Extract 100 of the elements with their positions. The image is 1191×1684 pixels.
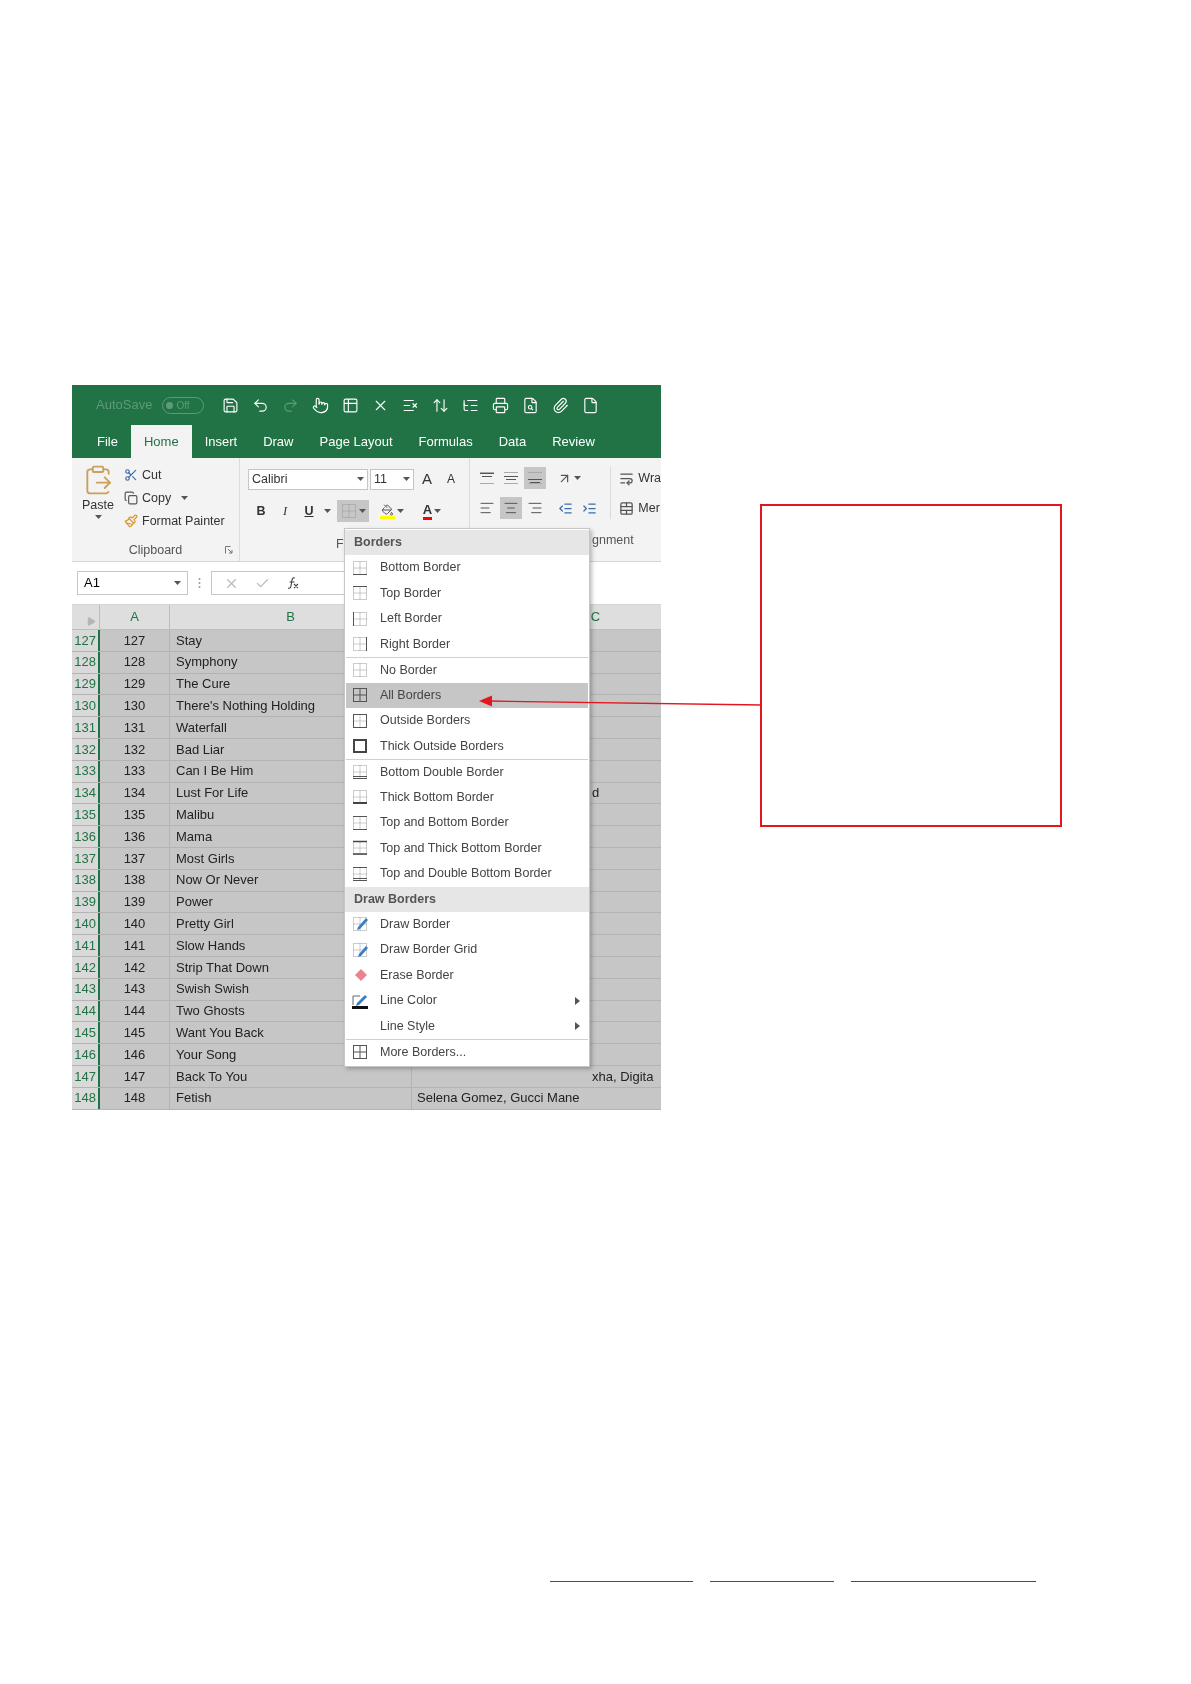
file-search-icon[interactable]: [522, 396, 540, 414]
italic-button[interactable]: I: [276, 500, 294, 522]
row-header[interactable]: 133: [72, 760, 100, 782]
grid-icon: [352, 687, 368, 704]
align-left-icon: [479, 500, 495, 516]
ribbon-tab[interactable]: Home: [130, 425, 192, 458]
row-header[interactable]: 128: [72, 651, 100, 673]
merge-button[interactable]: Mer: [619, 497, 661, 519]
table-cell: 129: [100, 673, 170, 695]
function-icon[interactable]: [286, 576, 300, 590]
group-label: gnment: [592, 532, 634, 549]
table-cell: 140: [100, 913, 170, 935]
copy-button[interactable]: Copy: [122, 487, 227, 509]
paperclip-icon[interactable]: [552, 396, 570, 414]
left-border-icon: [352, 610, 368, 627]
ribbon-tab[interactable]: Data: [485, 425, 540, 458]
row-header[interactable]: 139: [72, 891, 100, 913]
no-border-icon: [352, 662, 368, 679]
submenu-arrow-icon: [575, 1022, 580, 1031]
row-header[interactable]: 131: [72, 717, 100, 738]
table-cell: 147: [100, 1065, 170, 1087]
grow-font-button[interactable]: A: [416, 468, 438, 490]
paint-bucket-icon: [380, 503, 395, 519]
row-header[interactable]: 130: [72, 695, 100, 717]
font-name-field[interactable]: Calibri: [248, 468, 368, 490]
table-cell: 130: [100, 695, 170, 717]
table-cell: 145: [100, 1022, 170, 1044]
font-color-button[interactable]: A: [415, 500, 449, 522]
undo-icon[interactable]: [252, 396, 270, 414]
paste-button[interactable]: Paste: [78, 464, 118, 539]
page-icon[interactable]: [582, 396, 600, 414]
row-header[interactable]: 146: [72, 1044, 100, 1065]
outside-border-icon: [352, 712, 368, 729]
font-size-field[interactable]: 11: [370, 468, 414, 490]
table-cell: 143: [100, 978, 170, 1000]
row-header[interactable]: 129: [72, 673, 100, 695]
caret-icon: [94, 514, 102, 519]
group-label: Clipboard: [128, 541, 183, 559]
vertical-align-button[interactable]: [524, 467, 546, 489]
row-header[interactable]: 142: [72, 956, 100, 978]
table-cell: 131: [100, 717, 170, 738]
row-header[interactable]: 136: [72, 826, 100, 847]
table-icon[interactable]: [342, 396, 360, 414]
ribbon-tab[interactable]: Formulas: [405, 425, 486, 458]
ribbon-tab[interactable]: File: [84, 425, 131, 458]
pointer-icon[interactable]: [312, 396, 330, 414]
caret-icon: [181, 496, 189, 500]
table-cell: 132: [100, 739, 170, 760]
merge-cells-icon: [619, 500, 635, 516]
row-header[interactable]: 138: [72, 869, 100, 891]
menu-item[interactable]: All Borders: [346, 682, 588, 708]
group-label: F: [336, 536, 344, 553]
row-header[interactable]: 134: [72, 782, 100, 804]
caret-icon: [403, 477, 410, 481]
bold-button[interactable]: B: [252, 500, 270, 522]
ribbon-tab[interactable]: Draw: [250, 425, 307, 458]
no-border-icon: [340, 503, 357, 519]
menu-item[interactable]: Bottom Double Border: [346, 759, 588, 785]
caret-icon: [434, 509, 442, 513]
pencil-grid-icon: [352, 941, 368, 958]
table-cell: 136: [100, 826, 170, 847]
scissors-icon: [124, 468, 138, 482]
cut-button[interactable]: Cut: [122, 464, 227, 486]
format-painter-button[interactable]: Format Painter: [122, 510, 227, 532]
pencil-grid-icon: [352, 916, 368, 933]
printer-icon[interactable]: [492, 396, 510, 414]
row-header[interactable]: 132: [72, 739, 100, 760]
row-header[interactable]: 144: [72, 1000, 100, 1022]
shrink-font-button[interactable]: A: [440, 468, 462, 490]
align-right-icon: [527, 500, 543, 516]
caret-icon: [324, 509, 331, 513]
column-header[interactable]: A: [100, 605, 170, 629]
menu-item[interactable]: Top Border: [346, 580, 588, 606]
bottom-align-icon: [528, 472, 542, 484]
ribbon-tab[interactable]: Review: [539, 425, 608, 458]
menu-item[interactable]: No Border: [346, 657, 588, 683]
row-header[interactable]: 127: [72, 630, 100, 651]
top-double-bottom-border-icon: [352, 865, 368, 882]
row-header[interactable]: 145: [72, 1022, 100, 1044]
table-cell: 137: [100, 847, 170, 869]
menu-item[interactable]: Bottom Border: [346, 555, 588, 581]
arrows-up-down-icon[interactable]: [432, 396, 450, 414]
row-header[interactable]: 147: [72, 1065, 100, 1087]
ribbon-tab[interactable]: Page Layout: [306, 425, 406, 458]
row-header[interactable]: 148: [72, 1087, 100, 1109]
caret-icon: [397, 509, 404, 513]
dialog-launcher-icon[interactable]: [225, 546, 233, 554]
name-box[interactable]: A1: [77, 571, 188, 595]
horizontal-align-button[interactable]: [500, 497, 522, 519]
row-header[interactable]: 140: [72, 913, 100, 935]
wrap-text-button[interactable]: Wra: [619, 467, 661, 489]
row-header[interactable]: 137: [72, 847, 100, 869]
row-header[interactable]: 141: [72, 935, 100, 956]
row-header[interactable]: 143: [72, 978, 100, 1000]
menu-item[interactable]: More Borders...: [346, 1039, 588, 1065]
save-icon[interactable]: [222, 396, 240, 414]
underline-button[interactable]: U: [300, 500, 318, 522]
ribbon-tab[interactable]: Insert: [191, 425, 251, 458]
row-header[interactable]: 135: [72, 804, 100, 826]
top-bottom-border-icon: [352, 814, 368, 831]
